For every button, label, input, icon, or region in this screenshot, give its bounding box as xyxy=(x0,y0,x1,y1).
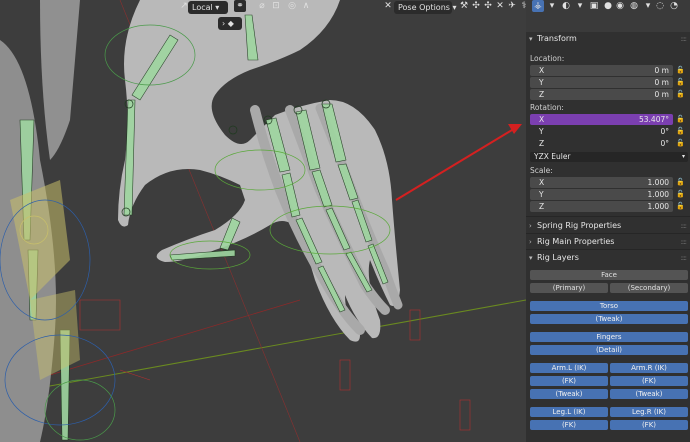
viewport-header: ↗ Local ▾ ⚭ ⌀ ⊡ ◎ ∧ ✕ Pose Options ▾ ⚒ ✣… xyxy=(0,0,690,16)
wireframe-icon[interactable]: ▣ xyxy=(588,0,600,12)
layer-arm-r-tweak-button[interactable]: (Tweak) xyxy=(610,389,688,399)
pose-library-icon[interactable]: ✈ xyxy=(506,0,518,12)
lock-icon[interactable]: 🔓 xyxy=(676,78,685,86)
scale-x-field[interactable]: X 1.000 xyxy=(530,177,673,188)
lock-icon[interactable]: 🔓 xyxy=(676,178,685,186)
layer-arm-r-ik-button[interactable]: Arm.R (IK) xyxy=(610,363,688,373)
layer-face-primary-button[interactable]: (Primary) xyxy=(530,283,608,293)
rotation-y-field[interactable]: Y 0° xyxy=(530,126,673,137)
scale-label: Scale: xyxy=(530,166,553,175)
drag-handle-icon[interactable]: :::: xyxy=(681,219,688,233)
rotation-mode-select[interactable]: YZX Euler ▾ xyxy=(530,152,688,162)
scale-z-field[interactable]: Z 1.000 xyxy=(530,201,673,212)
xray-icon[interactable]: ▾ xyxy=(574,0,586,12)
layer-arm-l-tweak-button[interactable]: (Tweak) xyxy=(530,389,608,399)
gizmo-icon[interactable]: ⚶ xyxy=(532,0,544,12)
drag-handle-icon[interactable]: :::: xyxy=(681,251,688,265)
rotation-z-field[interactable]: Z 0° xyxy=(530,138,673,149)
transform-orientation-dropdown[interactable]: Local ▾ xyxy=(188,1,228,14)
location-label: Location: xyxy=(530,54,565,63)
chevron-right-icon: › xyxy=(529,222,532,230)
chevron-down-icon: ▾ xyxy=(529,35,533,43)
overlay-icon[interactable]: ◐ xyxy=(560,0,572,12)
divider xyxy=(526,233,690,234)
snap-toggle-icon[interactable]: ⊡ xyxy=(270,0,282,12)
transform-header[interactable]: ▾ Transform :::: xyxy=(526,32,690,46)
chevron-down-icon: ▾ xyxy=(529,254,533,262)
layer-arm-l-fk-button[interactable]: (FK) xyxy=(530,376,608,386)
drag-handle-icon[interactable]: :::: xyxy=(681,32,688,46)
location-z-field[interactable]: Z0 m xyxy=(530,89,673,100)
rotation-x-field[interactable]: X 53.407° xyxy=(530,114,673,125)
layer-arm-r-fk-button[interactable]: (FK) xyxy=(610,376,688,386)
rig-main-header[interactable]: › Rig Main Properties :::: xyxy=(526,235,690,249)
drag-handle-icon[interactable]: :::: xyxy=(681,235,688,249)
pivot-icon[interactable]: ⚭ xyxy=(234,0,246,12)
mirror-x-icon[interactable]: ✣ xyxy=(470,0,482,12)
bone-tool-icon[interactable]: ⚒ xyxy=(458,0,470,12)
location-x-field[interactable]: X0 m xyxy=(530,65,673,76)
layer-fingers-button[interactable]: Fingers xyxy=(530,332,688,342)
layer-arm-l-ik-button[interactable]: Arm.L (IK) xyxy=(530,363,608,373)
rendered-icon[interactable]: ◍ xyxy=(628,0,640,12)
layer-leg-l-ik-button[interactable]: Leg.L (IK) xyxy=(530,407,608,417)
3d-viewport[interactable] xyxy=(0,0,526,442)
spring-rig-header[interactable]: › Spring Rig Properties :::: xyxy=(526,219,690,233)
divider xyxy=(526,249,690,250)
layer-leg-r-ik-button[interactable]: Leg.R (IK) xyxy=(610,407,688,417)
close-icon[interactable]: ✕ xyxy=(382,0,394,12)
snap-icon[interactable]: ⌀ xyxy=(256,0,268,12)
proportional-icon[interactable]: ◎ xyxy=(286,0,298,12)
overlay-dropdown-icon[interactable]: ▾ xyxy=(546,0,558,12)
editor-type-icon[interactable]: › ◆ xyxy=(218,17,242,30)
material-preview-icon[interactable]: ◉ xyxy=(614,0,626,12)
lock-icon[interactable]: 🔓 xyxy=(676,90,685,98)
falloff-icon[interactable]: ∧ xyxy=(300,0,312,12)
layer-leg-l-fk-button[interactable]: (FK) xyxy=(530,420,608,430)
chevron-down-icon: ▾ xyxy=(681,153,685,160)
lock-icon[interactable]: 🔓 xyxy=(676,115,685,123)
rotation-label: Rotation: xyxy=(530,103,564,112)
viewport-scene xyxy=(0,0,526,442)
lock-icon[interactable]: 🔓 xyxy=(676,127,685,135)
armature-icon[interactable]: ⚕ xyxy=(518,0,530,12)
lock-icon[interactable]: 🔓 xyxy=(676,139,685,147)
layer-face-button[interactable]: Face xyxy=(530,270,688,280)
lock-icon[interactable]: 🔓 xyxy=(676,190,685,198)
chevron-right-icon: › xyxy=(529,238,532,246)
pose-options-dropdown[interactable]: Pose Options ▾ xyxy=(394,1,457,14)
layer-torso-tweak-button[interactable]: (Tweak) xyxy=(530,314,688,324)
mirror-z-icon[interactable]: ✕ xyxy=(494,0,506,12)
view-options-icon[interactable]: ◔ xyxy=(668,0,680,12)
rig-layers-header[interactable]: ▾ Rig Layers :::: xyxy=(526,251,690,265)
mirror-y-icon[interactable]: ✣ xyxy=(482,0,494,12)
sphere-icon[interactable]: ● xyxy=(602,0,614,12)
scale-y-field[interactable]: Y 1.000 xyxy=(530,189,673,200)
layer-face-secondary-button[interactable]: (Secondary) xyxy=(610,283,688,293)
divider xyxy=(526,216,690,217)
properties-sidebar: ▾ Transform :::: Location: X0 m 🔓 Y0 m 🔓… xyxy=(526,32,690,442)
location-y-field[interactable]: Y0 m xyxy=(530,77,673,88)
layer-fingers-detail-button[interactable]: (Detail) xyxy=(530,345,688,355)
layer-torso-button[interactable]: Torso xyxy=(530,301,688,311)
lock-icon[interactable]: 🔓 xyxy=(676,66,685,74)
lock-icon[interactable]: 🔓 xyxy=(676,202,685,210)
render-icon[interactable]: ◌ xyxy=(654,0,666,12)
shading-dropdown-icon[interactable]: ▾ xyxy=(642,0,654,12)
layer-leg-r-fk-button[interactable]: (FK) xyxy=(610,420,688,430)
